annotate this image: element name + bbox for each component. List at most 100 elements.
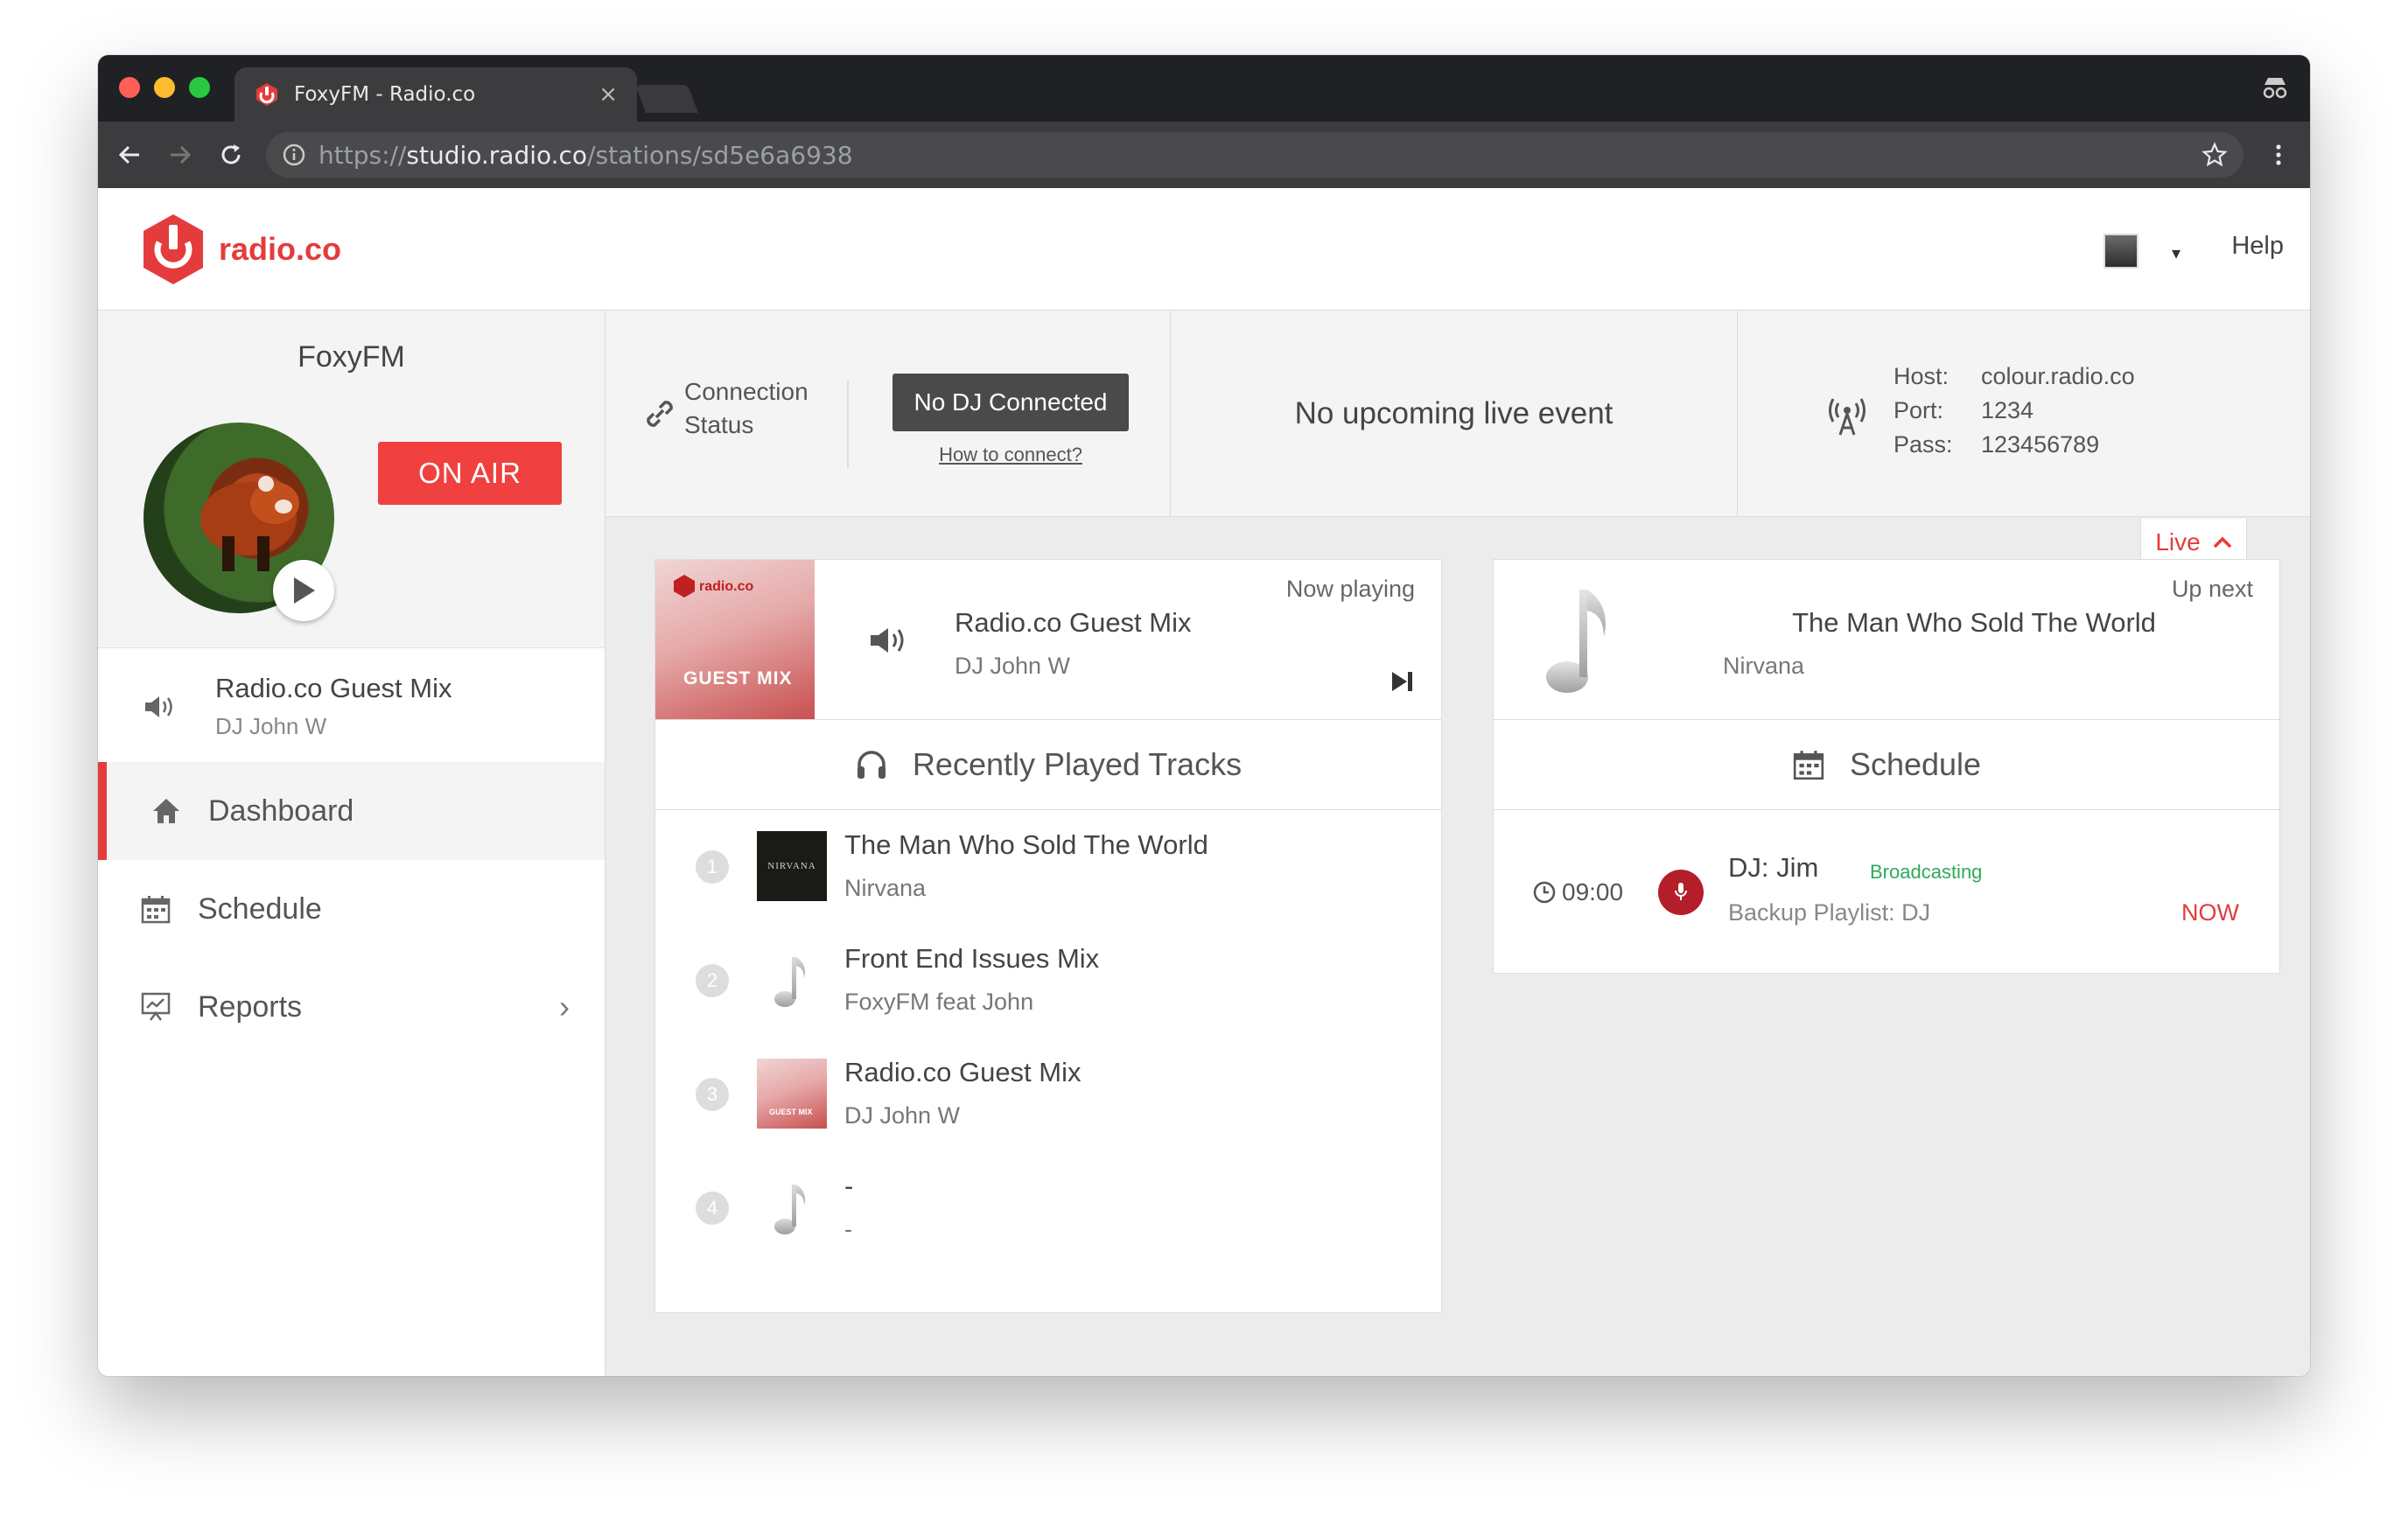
- station-panel: FoxyFM ON AIR: [98, 311, 605, 648]
- logo-text: radio.co: [219, 231, 342, 267]
- track-title: Front End Issues Mix: [844, 943, 1100, 974]
- pass-value: 123456789: [1981, 431, 2100, 458]
- browser-titlebar: FoxyFM - Radio.co ×: [98, 55, 2310, 122]
- browser-menu-icon[interactable]: [2263, 139, 2294, 171]
- now-label: NOW: [2181, 899, 2239, 926]
- headphones-icon: [857, 751, 886, 779]
- track-number: 3: [696, 1078, 729, 1111]
- track-title: -: [844, 1171, 854, 1201]
- nav-item-schedule[interactable]: Schedule: [98, 860, 605, 958]
- info-icon[interactable]: [282, 143, 306, 167]
- skip-next-icon[interactable]: [1390, 670, 1415, 693]
- close-window-button[interactable]: [119, 77, 140, 98]
- browser-toolbar: https://studio.radio.co/stations/sd5e6a6…: [98, 122, 2310, 188]
- recently-played-header: Recently Played Tracks: [655, 719, 1441, 810]
- track-row[interactable]: 2 Front End Issues Mix FoxyFM feat John: [655, 927, 1441, 1041]
- album-art-text: GUEST MIX: [769, 1108, 813, 1116]
- microphone-icon: [1658, 870, 1704, 915]
- broadcast-tower-icon: [1829, 398, 1866, 436]
- connection-status-label: Connection Status: [684, 378, 808, 438]
- station-name: FoxyFM: [298, 340, 405, 374]
- radio-co-favicon-icon: [256, 83, 277, 106]
- upcoming-event-panel: No upcoming live event: [1171, 311, 1738, 516]
- nav-item-reports[interactable]: Reports ›: [98, 958, 605, 1056]
- tab-title: FoxyFM - Radio.co: [294, 83, 476, 106]
- nav-label-reports: Reports: [198, 989, 303, 1024]
- reports-chevron-icon: ›: [559, 989, 570, 1024]
- reload-icon[interactable]: [215, 139, 247, 171]
- now-playing-badge: Now playing: [1285, 576, 1415, 602]
- forward-icon[interactable]: [164, 139, 196, 171]
- calendar-icon: [141, 896, 171, 924]
- back-icon[interactable]: [114, 139, 145, 171]
- connection-status-panel: Connection Status No DJ Connected How to…: [606, 311, 1171, 516]
- live-label: Live: [2155, 528, 2201, 556]
- nav-item-dashboard[interactable]: Dashboard: [98, 762, 605, 860]
- upcoming-live-event: No upcoming live event: [1294, 395, 1614, 430]
- schedule-heading: Schedule: [1849, 746, 1982, 782]
- track-number: 1: [696, 850, 729, 884]
- sidebar-now-playing: Radio.co Guest Mix DJ John W: [98, 648, 605, 762]
- up-next-artist: Nirvana: [1723, 653, 1805, 679]
- how-to-connect-link[interactable]: How to connect?: [892, 444, 1129, 466]
- play-stream-button[interactable]: [273, 560, 334, 621]
- track-artist: Nirvana: [844, 875, 927, 901]
- host-label: Host:: [1894, 363, 1950, 389]
- pass-label: Pass:: [1894, 431, 1953, 458]
- host-value: colour.radio.co: [1981, 363, 2135, 389]
- stream-credentials: Host: colour.radio.co Port: 1234 Pass: 1234…: [1894, 360, 2135, 462]
- speaker-icon: [145, 696, 172, 717]
- up-next-music-note-icon: [1546, 590, 1606, 693]
- schedule-dj-name: DJ: Jim: [1728, 852, 1819, 883]
- radio-co-logo-icon: [144, 214, 203, 284]
- nav-label-dashboard: Dashboard: [208, 793, 354, 828]
- track-artist: FoxyFM feat John: [844, 989, 1034, 1015]
- now-playing-speaker-icon: [871, 628, 904, 653]
- sidebar: FoxyFM ON AIR Radio.co Guest Mix DJ John…: [98, 311, 606, 1376]
- incognito-icon: [2263, 78, 2287, 99]
- close-tab-icon[interactable]: ×: [598, 81, 618, 108]
- new-tab-button[interactable]: [635, 85, 698, 113]
- up-next-badge: Up next: [2171, 576, 2253, 602]
- track-title: The Man Who Sold The World: [844, 829, 1208, 860]
- connection-divider: [847, 381, 849, 468]
- maximize-window-button[interactable]: [189, 77, 210, 98]
- album-art-text: NIRVANA: [767, 861, 816, 871]
- schedule-playlist: Backup Playlist: DJ: [1728, 899, 1931, 926]
- track-row[interactable]: 4 - -: [655, 1155, 1441, 1269]
- bookmark-star-icon[interactable]: [2202, 142, 2228, 168]
- track-row[interactable]: 3 GUEST MIX Radio.co Guest Mix DJ John W: [655, 1041, 1441, 1155]
- link-icon: [647, 401, 673, 427]
- url-text: https://studio.radio.co/stations/sd5e6a6…: [318, 140, 853, 170]
- help-link[interactable]: Help: [2231, 232, 2284, 261]
- sidebar-track-title: Radio.co Guest Mix: [215, 673, 452, 703]
- schedule-time-text: 09:00: [1562, 878, 1624, 905]
- recently-played-heading: Recently Played Tracks: [912, 746, 1242, 782]
- track-title: Radio.co Guest Mix: [844, 1057, 1082, 1087]
- track-number: 2: [696, 964, 729, 997]
- status-strip: Connection Status No DJ Connected How to…: [606, 311, 2310, 517]
- on-air-badge[interactable]: ON AIR: [378, 442, 562, 505]
- schedule-header: Schedule: [1494, 719, 2279, 810]
- track-row[interactable]: 1 NIRVANA The Man Who Sold The World Nir…: [655, 814, 1441, 927]
- clock-icon: [1533, 881, 1556, 904]
- browser-tab[interactable]: FoxyFM - Radio.co ×: [234, 67, 637, 122]
- address-bar[interactable]: https://studio.radio.co/stations/sd5e6a6…: [266, 132, 2244, 178]
- now-playing-title: Radio.co Guest Mix: [955, 607, 1192, 638]
- radio-co-logo[interactable]: radio.co: [140, 213, 341, 286]
- app-root: radio.co ▾ Help FoxyFM ON AIR Radio.co G…: [98, 188, 2310, 1376]
- minimize-window-button[interactable]: [154, 77, 175, 98]
- stream-credentials-panel: Host: colour.radio.co Port: 1234 Pass: 1234…: [1738, 311, 2310, 516]
- artwork-title-text: GUEST MIX: [683, 668, 793, 689]
- home-icon: [153, 799, 179, 823]
- reports-icon: [141, 992, 171, 1021]
- schedule-time: 09:00: [1532, 878, 1623, 906]
- broadcasting-status: Broadcasting: [1870, 861, 1983, 883]
- up-next-title: The Man Who Sold The World: [1792, 607, 2156, 638]
- no-dj-connected-button[interactable]: No DJ Connected: [892, 374, 1129, 431]
- now-playing-artist: DJ John W: [955, 653, 1071, 679]
- user-avatar[interactable]: [2104, 234, 2138, 269]
- account-dropdown-icon[interactable]: ▾: [2172, 242, 2180, 263]
- track-artist: DJ John W: [844, 1102, 961, 1129]
- schedule-row[interactable]: 09:00 DJ: Jim Broadcasting Backup Playli…: [1494, 810, 2279, 973]
